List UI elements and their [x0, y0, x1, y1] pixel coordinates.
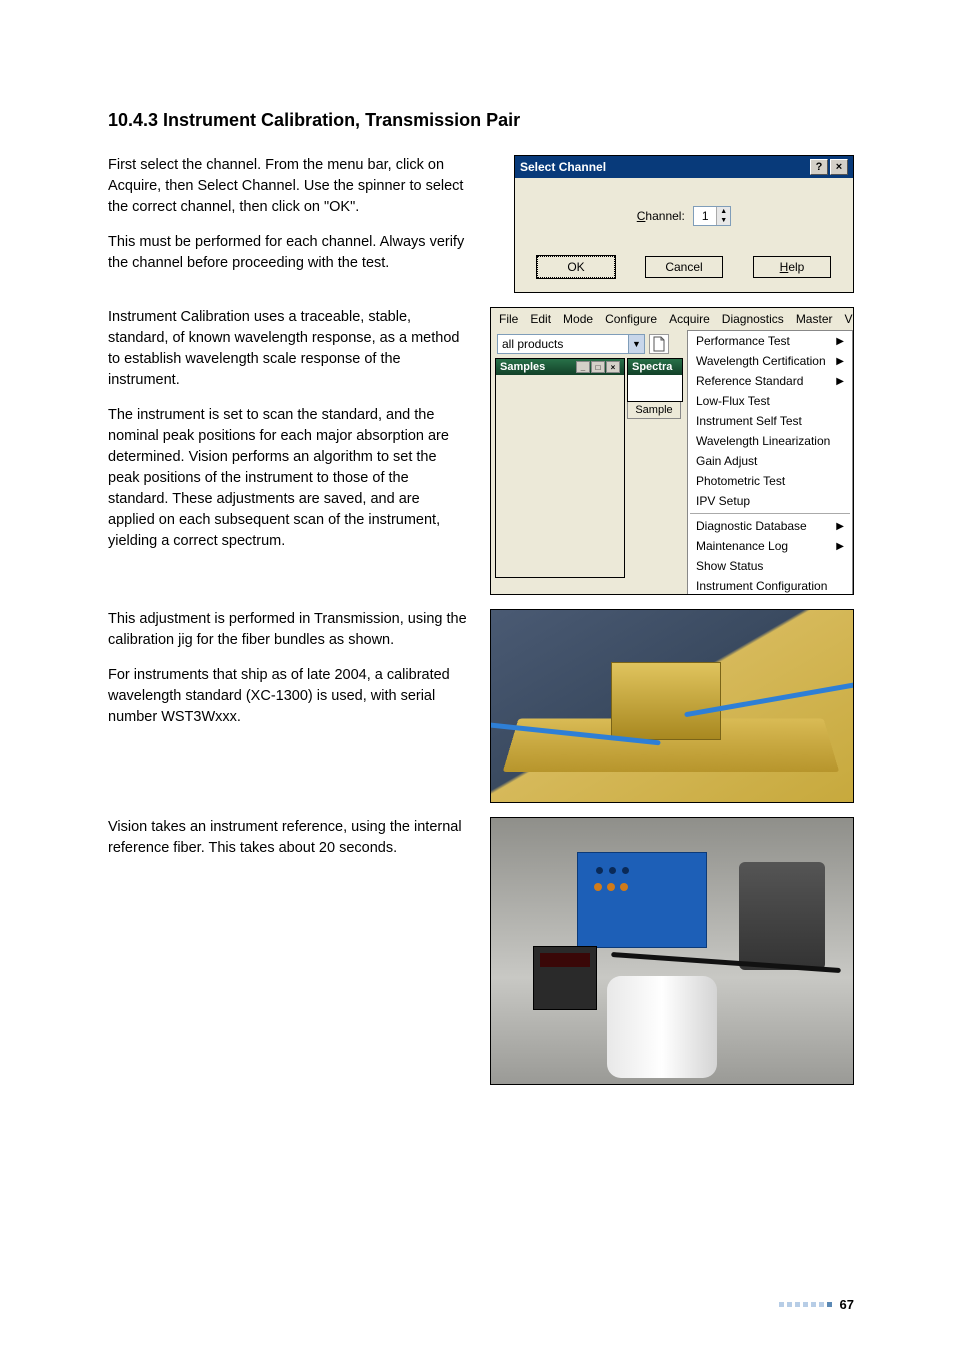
- product-combo-text: all products: [498, 335, 628, 353]
- menu-item-label: Maintenance Log: [696, 539, 788, 553]
- instrument-photo: [490, 817, 854, 1085]
- menu-item-label: Diagnostic Database: [696, 519, 807, 533]
- menu-item-label: Reference Standard: [696, 374, 803, 388]
- menu-item-label: Performance Test: [696, 334, 790, 348]
- minimize-icon[interactable]: _: [576, 361, 590, 373]
- menu-master[interactable]: Master: [790, 310, 839, 328]
- menu-file[interactable]: File: [493, 310, 524, 328]
- sample-tab[interactable]: Sample: [627, 402, 681, 419]
- menu-item-instrument-configuration[interactable]: Instrument Configuration: [688, 576, 852, 595]
- channel-label: Channel:: [637, 209, 685, 223]
- menu-view[interactable]: View: [839, 310, 855, 328]
- menu-edit[interactable]: Edit: [524, 310, 557, 328]
- product-combo[interactable]: all products ▼: [497, 334, 645, 354]
- menu-item-performance-test[interactable]: Performance Test ▶: [688, 331, 852, 351]
- menu-item-label: Gain Adjust: [696, 454, 757, 468]
- vision-app-window: File Edit Mode Configure Acquire Diagnos…: [490, 307, 854, 595]
- ok-button[interactable]: OK: [537, 256, 615, 278]
- close-icon[interactable]: ×: [606, 361, 620, 373]
- menu-item-label: Low-Flux Test: [696, 394, 770, 408]
- para-4: The instrument is set to scan the standa…: [108, 405, 468, 552]
- submenu-arrow-icon: ▶: [836, 376, 844, 387]
- para-7: Vision takes an instrument reference, us…: [108, 817, 468, 859]
- para-5: This adjustment is performed in Transmis…: [108, 609, 468, 651]
- help-icon[interactable]: ?: [810, 159, 828, 175]
- chevron-down-icon[interactable]: ▼: [628, 335, 644, 353]
- select-channel-dialog: Select Channel ? × Channel: 1 ▲ ▼: [514, 155, 854, 293]
- footer-squares-icon: [779, 1302, 832, 1307]
- page-footer: 67: [779, 1297, 854, 1312]
- menu-item-gain-adjust[interactable]: Gain Adjust: [688, 451, 852, 471]
- cancel-button[interactable]: Cancel: [645, 256, 723, 278]
- menu-configure[interactable]: Configure: [599, 310, 663, 328]
- menu-item-label: IPV Setup: [696, 494, 750, 508]
- page-number: 67: [840, 1297, 854, 1312]
- spinner-up-icon[interactable]: ▲: [716, 207, 730, 216]
- submenu-arrow-icon: ▶: [836, 541, 844, 552]
- close-icon[interactable]: ×: [830, 159, 848, 175]
- channel-spinner[interactable]: 1 ▲ ▼: [693, 206, 731, 226]
- menu-acquire[interactable]: Acquire: [663, 310, 716, 328]
- submenu-arrow-icon: ▶: [836, 521, 844, 532]
- menu-item-reference-standard[interactable]: Reference Standard ▶: [688, 371, 852, 391]
- menu-item-wavelength-linearization[interactable]: Wavelength Linearization: [688, 431, 852, 451]
- menu-item-show-status[interactable]: Show Status: [688, 556, 852, 576]
- section-heading: 10.4.3 Instrument Calibration, Transmiss…: [108, 110, 854, 131]
- menu-mode[interactable]: Mode: [557, 310, 599, 328]
- para-6: For instruments that ship as of late 200…: [108, 665, 468, 728]
- para-3: Instrument Calibration uses a traceable,…: [108, 307, 468, 391]
- menu-item-label: Instrument Self Test: [696, 414, 802, 428]
- diagnostics-dropdown: Performance Test▶Wavelength Certificatio…: [687, 330, 853, 595]
- menu-item-instrument-self-test[interactable]: Instrument Self Test: [688, 411, 852, 431]
- menu-item-label: Show Status: [696, 559, 763, 573]
- para-1: First select the channel. From the menu …: [108, 155, 468, 218]
- spinner-down-icon[interactable]: ▼: [716, 216, 730, 225]
- channel-value: 1: [694, 207, 716, 225]
- menu-bar: File Edit Mode Configure Acquire Diagnos…: [491, 308, 853, 330]
- menu-item-maintenance-log[interactable]: Maintenance Log ▶: [688, 536, 852, 556]
- samples-panel: Samples _ □ ×: [495, 358, 625, 578]
- menu-diagnostics[interactable]: Diagnostics: [716, 310, 790, 328]
- help-button[interactable]: Help: [753, 256, 831, 278]
- new-document-icon[interactable]: [649, 334, 669, 354]
- menu-item-label: Instrument Configuration: [696, 579, 827, 593]
- submenu-arrow-icon: ▶: [836, 356, 844, 367]
- menu-item-ipv-setup[interactable]: IPV Setup: [688, 491, 852, 511]
- menu-item-label: Wavelength Certification: [696, 354, 826, 368]
- maximize-icon[interactable]: □: [591, 361, 605, 373]
- menu-item-label: Photometric Test: [696, 474, 785, 488]
- dialog-title-text: Select Channel: [520, 160, 606, 174]
- menu-item-wavelength-certification[interactable]: Wavelength Certification ▶: [688, 351, 852, 371]
- samples-panel-title: Samples: [500, 361, 545, 373]
- para-2: This must be performed for each channel.…: [108, 232, 468, 274]
- menu-item-low-flux-test[interactable]: Low-Flux Test: [688, 391, 852, 411]
- spectra-panel: Spectra: [627, 358, 683, 402]
- calibration-jig-photo: [490, 609, 854, 803]
- menu-item-photometric-test[interactable]: Photometric Test: [688, 471, 852, 491]
- spectra-panel-title: Spectra: [632, 361, 672, 373]
- submenu-arrow-icon: ▶: [836, 336, 844, 347]
- menu-item-diagnostic-database[interactable]: Diagnostic Database ▶: [688, 516, 852, 536]
- dialog-titlebar: Select Channel ? ×: [515, 156, 853, 178]
- menu-separator: [690, 513, 850, 514]
- menu-item-label: Wavelength Linearization: [696, 434, 830, 448]
